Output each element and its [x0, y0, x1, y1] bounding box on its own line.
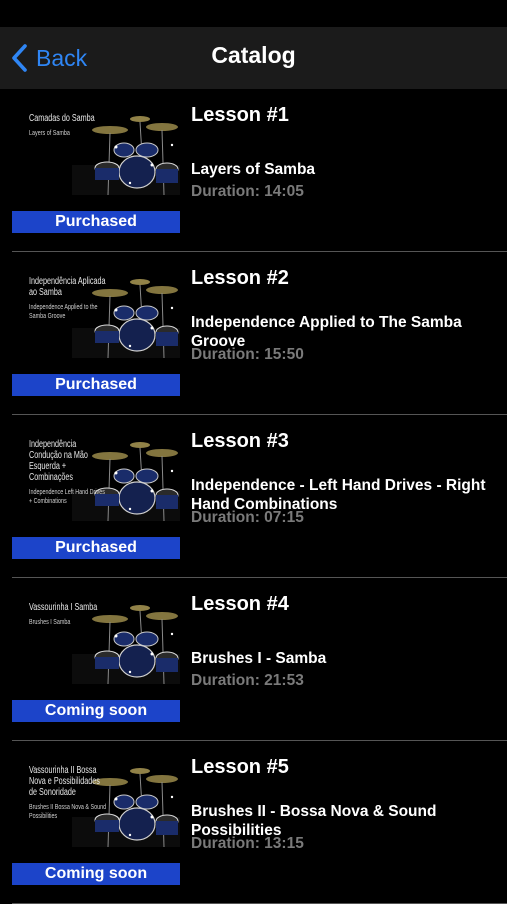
- thumbnail-subtitle: Brushes II Bossa Nova & Sound Possibilit…: [29, 802, 107, 820]
- lesson-thumbnail[interactable]: Independência Condução na Mão Esquerda +…: [12, 431, 180, 525]
- lesson-row[interactable]: Camadas do Samba Layers of Samba Purchas…: [0, 89, 507, 252]
- lesson-list: Camadas do Samba Layers of Samba Purchas…: [0, 89, 507, 904]
- status-button[interactable]: Coming soon: [12, 700, 180, 722]
- thumbnail-title: Camadas do Samba: [29, 113, 95, 124]
- status-bar: [0, 0, 507, 27]
- lesson-row[interactable]: Independência Aplicada ao Samba Independ…: [0, 252, 507, 415]
- lesson-duration: Duration: 21:53: [191, 672, 304, 689]
- thumbnail-title: Independência Condução na Mão Esquerda +…: [29, 439, 88, 483]
- lesson-duration: Duration: 15:50: [191, 346, 304, 363]
- status-button[interactable]: Coming soon: [12, 863, 180, 885]
- lesson-number: Lesson #5: [191, 756, 289, 778]
- lesson-thumbnail[interactable]: Independência Aplicada ao Samba Independ…: [12, 268, 180, 362]
- lesson-row[interactable]: Independência Condução na Mão Esquerda +…: [0, 415, 507, 578]
- lesson-thumbnail[interactable]: Vassourinha I Samba Brushes I Samba: [12, 594, 180, 688]
- lesson-number: Lesson #4: [191, 593, 289, 615]
- lesson-thumbnail[interactable]: Vassourinha II Bossa Nova e Possibilidad…: [12, 757, 180, 851]
- status-button[interactable]: Purchased: [12, 537, 180, 559]
- status-button[interactable]: Purchased: [12, 374, 180, 396]
- thumbnail-title: Vassourinha II Bossa Nova e Possibilidad…: [29, 765, 100, 798]
- thumbnail-subtitle: Brushes I Samba: [29, 617, 71, 626]
- lesson-number: Lesson #1: [191, 104, 289, 126]
- lesson-duration: Duration: 14:05: [191, 183, 304, 200]
- lesson-row[interactable]: Vassourinha II Bossa Nova e Possibilidad…: [0, 741, 507, 904]
- lesson-duration: Duration: 07:15: [191, 509, 304, 526]
- page-title: Catalog: [211, 42, 296, 68]
- thumbnail-title: Vassourinha I Samba: [29, 602, 98, 613]
- thumbnail-title: Independência Aplicada ao Samba: [29, 276, 106, 298]
- status-button[interactable]: Purchased: [12, 211, 180, 233]
- lesson-number: Lesson #2: [191, 267, 289, 289]
- lesson-thumbnail[interactable]: Camadas do Samba Layers of Samba: [12, 105, 180, 199]
- thumbnail-subtitle: Independence Left Hand Drives + Combinat…: [29, 487, 105, 505]
- thumbnail-subtitle: Independence Applied to the Samba Groove: [29, 302, 98, 320]
- lesson-duration: Duration: 13:15: [191, 835, 304, 852]
- lesson-number: Lesson #3: [191, 430, 289, 452]
- thumbnail-subtitle: Layers of Samba: [29, 128, 70, 137]
- lesson-row[interactable]: Vassourinha I Samba Brushes I Samba Comi…: [0, 578, 507, 741]
- navigation-bar: Back Catalog: [0, 27, 507, 89]
